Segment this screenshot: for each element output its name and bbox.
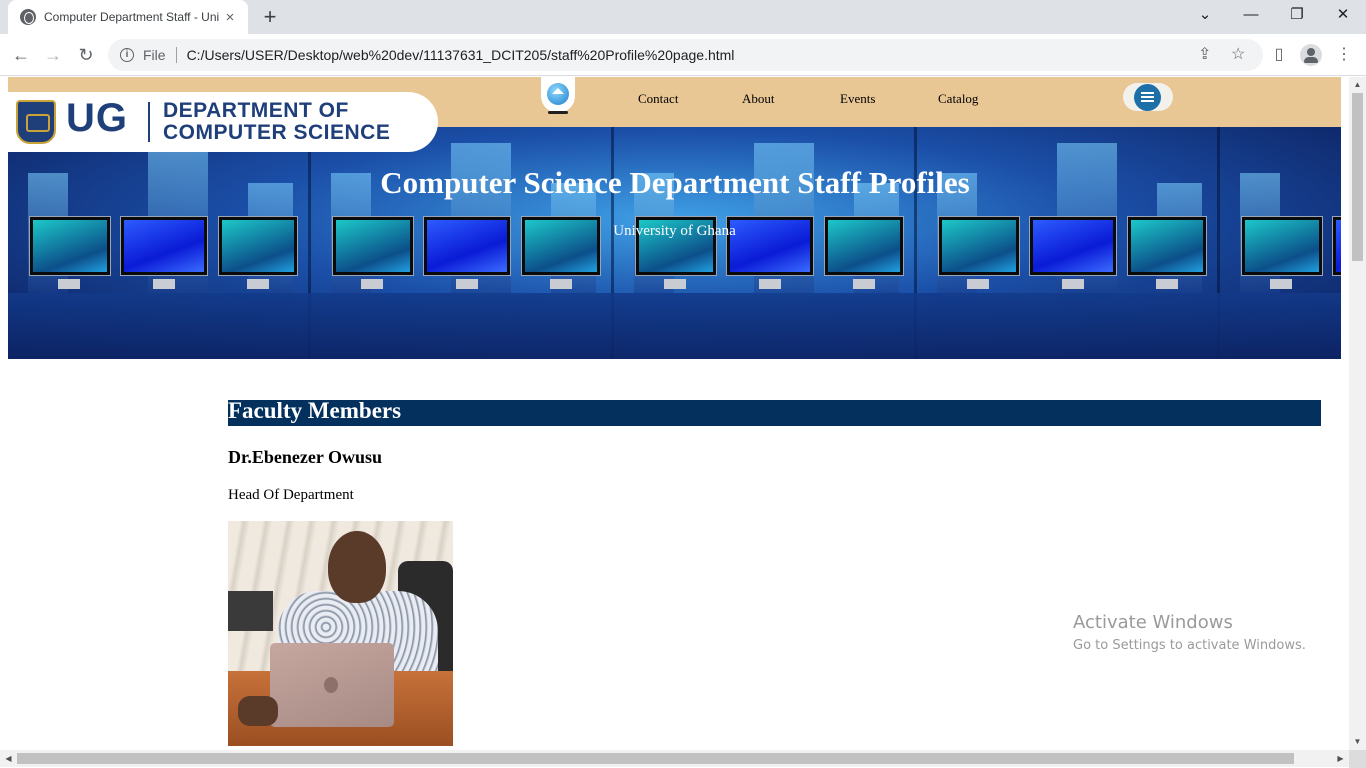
monitor-stand [1270, 279, 1292, 289]
monitor-stand [550, 279, 572, 289]
photo-printer [228, 591, 273, 631]
staff-role: Head Of Department [228, 487, 354, 503]
nav-link-events[interactable]: Events [840, 91, 875, 107]
banner-tile [614, 127, 917, 359]
tab-search-icon[interactable]: ⌄ [1182, 0, 1228, 32]
monitor-stand [58, 279, 80, 289]
monitor-stand [247, 279, 269, 289]
monitor-stand [967, 279, 989, 289]
monitor-stand [153, 279, 175, 289]
address-bar[interactable]: i File C:/Users/USER/Desktop/web%20dev/1… [108, 39, 1263, 71]
new-tab-button[interactable]: + [258, 5, 282, 29]
profile-avatar-icon [1300, 44, 1322, 66]
file-label: File [143, 47, 166, 63]
monitor-stand [1156, 279, 1178, 289]
close-window-button[interactable]: ✕ [1320, 0, 1366, 32]
scrollbar-corner [1349, 750, 1366, 768]
logo-divider [148, 102, 150, 142]
horizontal-scrollbar[interactable]: ◀ ▶ [0, 750, 1349, 767]
monitor-stand [759, 279, 781, 289]
nav-link-catalog[interactable]: Catalog [938, 91, 978, 107]
home-icon[interactable] [541, 77, 575, 113]
share-icon[interactable]: ⇪ [1198, 39, 1211, 71]
hero-banner [8, 127, 1341, 359]
logo-line-2: COMPUTER SCIENCE [163, 121, 391, 144]
forward-button[interactable]: → [40, 42, 66, 68]
vertical-scroll-thumb[interactable] [1352, 93, 1363, 261]
menu-line [1141, 92, 1154, 94]
banner-tile [1220, 127, 1341, 359]
banner-strip [917, 293, 1220, 359]
list-menu-icon[interactable] [1134, 84, 1161, 111]
browser-tab-bar: Computer Department Staff - University o… [0, 0, 1366, 34]
back-button[interactable]: ← [8, 42, 34, 68]
reload-button[interactable]: ↻ [73, 42, 99, 68]
page-subtitle: University of Ghana [613, 223, 736, 239]
menu-line [1141, 100, 1154, 102]
photo-laptop [270, 643, 394, 727]
close-tab-icon[interactable]: × [222, 9, 238, 26]
browser-tab[interactable]: Computer Department Staff - University o… [8, 0, 248, 34]
photo-person-head [328, 531, 386, 603]
restore-button[interactable]: ❐ [1274, 0, 1320, 32]
omnibox-divider [175, 47, 177, 63]
info-icon[interactable]: i [120, 48, 134, 62]
horizontal-scroll-thumb[interactable] [17, 753, 1294, 764]
nav-link-contact[interactable]: Contact [638, 91, 678, 107]
nav-link-about[interactable]: About [742, 91, 775, 107]
url-text[interactable]: C:/Users/USER/Desktop/web%20dev/11137631… [187, 47, 735, 63]
banner-strip [1220, 293, 1341, 359]
browser-toolbar: ← → ↻ i File C:/Users/USER/Desktop/web%2… [0, 34, 1366, 76]
scroll-down-arrow-icon[interactable]: ▼ [1349, 734, 1366, 750]
photo-person-hand [238, 696, 278, 726]
bookmark-star-icon[interactable]: ☆ [1231, 39, 1245, 71]
minimize-button[interactable]: — [1228, 0, 1274, 32]
page-title: Computer Science Department Staff Profil… [380, 165, 970, 200]
activate-windows-title: Activate Windows [1073, 612, 1233, 633]
banner-tile [917, 127, 1220, 359]
ug-crest-icon [16, 100, 56, 144]
profile-button[interactable] [1298, 42, 1324, 68]
scroll-left-arrow-icon[interactable]: ◀ [0, 750, 17, 767]
banner-tile [8, 127, 311, 359]
section-title: Faculty Members [228, 398, 402, 423]
banner-strip [8, 293, 311, 359]
monitor-stand [853, 279, 875, 289]
vertical-scrollbar[interactable]: ▲ ▼ [1349, 77, 1366, 750]
banner-strip [614, 293, 917, 359]
monitor-stand [361, 279, 383, 289]
browser-menu-icon[interactable]: ⋮ [1331, 42, 1357, 68]
banner-strip [311, 293, 614, 359]
side-panel-icon[interactable]: ▯ [1266, 42, 1292, 68]
tab-title: Computer Department Staff - University o… [44, 10, 219, 24]
monitor-stand [456, 279, 478, 289]
monitor-stand [1062, 279, 1084, 289]
staff-name: Dr.Ebenezer Owusu [228, 447, 383, 467]
scroll-up-arrow-icon[interactable]: ▲ [1349, 77, 1366, 93]
logo-line-1: DEPARTMENT OF [163, 99, 349, 122]
staff-photo [228, 521, 453, 746]
scroll-right-arrow-icon[interactable]: ▶ [1332, 750, 1349, 767]
activate-windows-subtitle: Go to Settings to activate Windows. [1073, 638, 1306, 653]
monitor-stand [664, 279, 686, 289]
home-icon-underline [548, 111, 568, 114]
department-logo[interactable]: UG DEPARTMENT OF COMPUTER SCIENCE [8, 92, 438, 152]
banner-tile [311, 127, 614, 359]
globe-icon [20, 9, 36, 25]
menu-line [1141, 96, 1154, 98]
logo-ug-text: UG [66, 96, 128, 140]
